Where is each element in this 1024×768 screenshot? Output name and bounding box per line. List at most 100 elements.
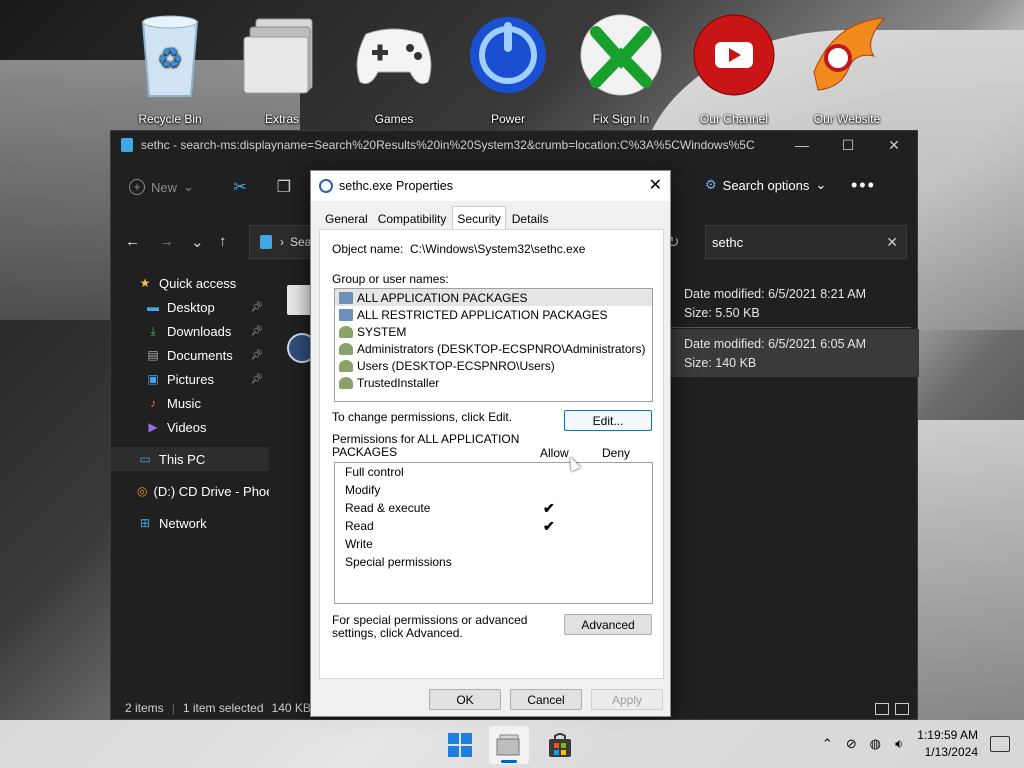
- back-arrow-icon[interactable]: ←: [125, 233, 140, 250]
- user-name: TrustedInstaller: [357, 375, 440, 390]
- start-button[interactable]: [440, 726, 480, 764]
- edit-button[interactable]: Edit...: [564, 410, 652, 431]
- more-options-button[interactable]: •••: [851, 175, 876, 196]
- pin-icon: 📌︎: [250, 349, 263, 361]
- details-view-icon[interactable]: [875, 703, 889, 715]
- sidebar-item-music[interactable]: ♪ Music: [111, 391, 269, 415]
- new-label: New: [151, 179, 178, 195]
- tab-compatibility[interactable]: Compatibility: [374, 209, 451, 229]
- dialog-title: sethc.exe Properties: [339, 179, 453, 193]
- notification-icon[interactable]: [990, 736, 1010, 752]
- download-icon: ⤓: [150, 323, 156, 338]
- tab-details[interactable]: Details: [508, 209, 553, 229]
- taskbar-store[interactable]: [540, 726, 580, 764]
- desktop-icon-extras[interactable]: Extras: [230, 6, 334, 126]
- list-item[interactable]: ALL APPLICATION PACKAGES: [335, 289, 652, 306]
- search-result-row-selected[interactable]: Date modified: 6/5/2021 6:05 AM Size: 14…: [671, 329, 919, 377]
- security-tab-panel: Object name: C:\Windows\System32\sethc.e…: [319, 229, 664, 679]
- permission-row: Special permissions: [335, 553, 652, 571]
- list-item[interactable]: Administrators (DESKTOP-ECSPNRO\Administ…: [335, 340, 652, 357]
- close-button[interactable]: ✕: [871, 131, 917, 159]
- explorer-title: sethc - search-ms:displayname=Search%20R…: [141, 138, 755, 152]
- desktop-icon-fix-sign-in[interactable]: Fix Sign In: [569, 6, 673, 126]
- permission-name: Read: [345, 519, 374, 533]
- copy-icon[interactable]: ❐: [262, 177, 306, 197]
- permission-row: Read ✔: [335, 517, 652, 535]
- sidebar-item-label: Desktop: [167, 299, 215, 315]
- result-date-modified: Date modified: 6/5/2021 8:21 AM: [684, 287, 867, 301]
- sidebar-item-quick-access[interactable]: ★ Quick access: [111, 271, 269, 295]
- navigation-pane: ★ Quick access ▬ Desktop 📌︎ ⤓ Downloads …: [111, 271, 269, 535]
- sidebar-item-pictures[interactable]: ▣ Pictures 📌︎: [111, 367, 269, 391]
- minimize-button[interactable]: —: [779, 131, 825, 159]
- tiles-view-icon[interactable]: [895, 703, 909, 715]
- sidebar-item-cd-drive[interactable]: ◎ (D:) CD Drive - Phoe: [111, 479, 269, 503]
- tab-security[interactable]: Security: [452, 206, 506, 229]
- network-icon: ⊞: [139, 516, 151, 530]
- desktop-icon-our-channel[interactable]: Our Channel: [682, 6, 786, 126]
- result-size: Size: 5.50 KB: [684, 306, 760, 320]
- tab-general[interactable]: General: [321, 209, 372, 229]
- cut-icon[interactable]: ✂: [218, 177, 262, 197]
- pin-icon: 📌︎: [250, 301, 263, 313]
- desktop-icon-recycle-bin[interactable]: ♻ Recycle Bin: [118, 6, 222, 126]
- volume-icon[interactable]: 🔉︎: [887, 736, 911, 752]
- selected-size: 140 KB: [271, 701, 311, 715]
- list-item[interactable]: ALL RESTRICTED APPLICATION PACKAGES: [335, 306, 652, 323]
- group-icon: [339, 291, 353, 304]
- sidebar-item-this-pc[interactable]: ▭ This PC: [111, 447, 269, 471]
- desktop-icon-power[interactable]: Power: [456, 6, 560, 126]
- permission-name: Special permissions: [345, 555, 452, 569]
- change-permissions-text: To change permissions, click Edit.: [332, 410, 513, 424]
- permission-name: Write: [345, 537, 373, 551]
- user-name: ALL RESTRICTED APPLICATION PACKAGES: [357, 307, 608, 322]
- taskbar-file-explorer[interactable]: [489, 726, 529, 764]
- list-item[interactable]: SYSTEM: [335, 323, 652, 340]
- clock[interactable]: 1:19:59 AM 1/13/2024: [917, 727, 978, 761]
- pictures-icon: ▣: [147, 372, 159, 386]
- ok-button[interactable]: OK: [429, 689, 501, 710]
- desktop-icon-games[interactable]: Games: [342, 6, 446, 126]
- apply-button[interactable]: Apply: [591, 689, 663, 710]
- clear-search-icon[interactable]: ✕: [886, 234, 898, 251]
- list-item[interactable]: Users (DESKTOP-ECSPNRO\Users): [335, 357, 652, 374]
- permission-row: Read & execute ✔: [335, 499, 652, 517]
- dialog-close-icon[interactable]: ✕: [649, 175, 662, 195]
- object-name-value: C:\Windows\System32\sethc.exe: [410, 242, 586, 256]
- maximize-button[interactable]: ☐: [825, 131, 871, 159]
- up-arrow-icon[interactable]: ↑: [219, 233, 227, 250]
- forward-arrow-icon[interactable]: →: [159, 233, 174, 250]
- new-button[interactable]: + New ⌄: [129, 179, 194, 195]
- chevron-up-icon[interactable]: ⌃: [815, 736, 839, 752]
- search-input[interactable]: sethc ✕: [705, 225, 907, 259]
- cancel-button[interactable]: Cancel: [510, 689, 582, 710]
- desktop-icon-label: Power: [490, 112, 525, 126]
- sidebar-item-documents[interactable]: ▤ Documents 📌︎: [111, 343, 269, 367]
- cd-drive-icon: ◎: [137, 484, 148, 498]
- network-status-icon[interactable]: ⊘: [839, 736, 863, 752]
- folder-icon: [260, 235, 272, 249]
- search-options-button[interactable]: ⚙ Search options ⌄: [705, 177, 826, 193]
- advanced-button[interactable]: Advanced: [564, 614, 652, 635]
- sidebar-item-network[interactable]: ⊞ Network: [111, 511, 269, 535]
- sidebar-item-downloads[interactable]: ⤓ Downloads 📌︎: [111, 319, 269, 343]
- user-list: ALL APPLICATION PACKAGES ALL RESTRICTED …: [334, 288, 653, 402]
- sidebar-item-desktop[interactable]: ▬ Desktop 📌︎: [111, 295, 269, 319]
- sidebar-item-videos[interactable]: ▶ Videos: [111, 415, 269, 439]
- list-item[interactable]: TrustedInstaller: [335, 374, 652, 391]
- search-result-row[interactable]: Date modified: 6/5/2021 8:21 AM Size: 5.…: [671, 285, 919, 323]
- permissions-list: Full control Modify Read & execute ✔ Rea…: [334, 462, 653, 604]
- recent-chevron-icon[interactable]: ⌄: [191, 233, 204, 251]
- desktop-icon: ▬: [147, 300, 159, 314]
- globe-icon[interactable]: ◍: [863, 736, 887, 752]
- dialog-title-bar[interactable]: sethc.exe Properties: [311, 171, 670, 201]
- sidebar-item-label: Music: [167, 395, 201, 411]
- address-bar[interactable]: › Sea: [249, 225, 319, 259]
- sidebar-item-label: Downloads: [167, 323, 232, 339]
- chevron-down-icon: ⌄: [815, 177, 827, 192]
- clock-date: 1/13/2024: [924, 745, 978, 759]
- selected-count: 1 item selected: [182, 701, 264, 715]
- sidebar-item-label: Quick access: [159, 275, 237, 291]
- power-icon: [465, 10, 551, 100]
- desktop-icon-our-website[interactable]: Our Website: [795, 6, 899, 126]
